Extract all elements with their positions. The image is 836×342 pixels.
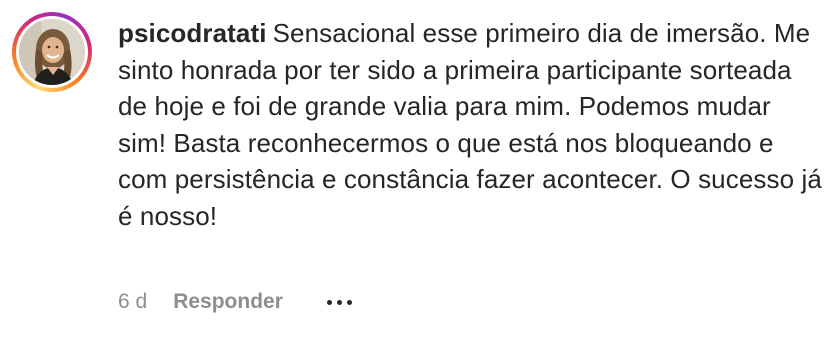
avatar-photo-icon [19,19,85,85]
avatar[interactable] [19,19,85,85]
more-dot-1 [326,299,332,305]
more-dot-3 [346,299,352,305]
more-dot-2 [336,299,342,305]
comment-timestamp[interactable]: 6 d [118,290,147,314]
avatar-gap [16,16,88,88]
story-ring[interactable] [12,12,92,92]
comment-username[interactable]: psicodratati [118,18,267,48]
comment-text: Sensacional esse primeiro dia de imersão… [118,18,822,231]
more-options-icon[interactable] [326,290,352,314]
comment: psicodratati Sensacional esse primeiro di… [0,0,836,342]
comment-body: psicodratati Sensacional esse primeiro di… [118,15,824,234]
reply-button[interactable]: Responder [173,290,283,314]
comment-actions: 6 d Responder [118,287,352,317]
